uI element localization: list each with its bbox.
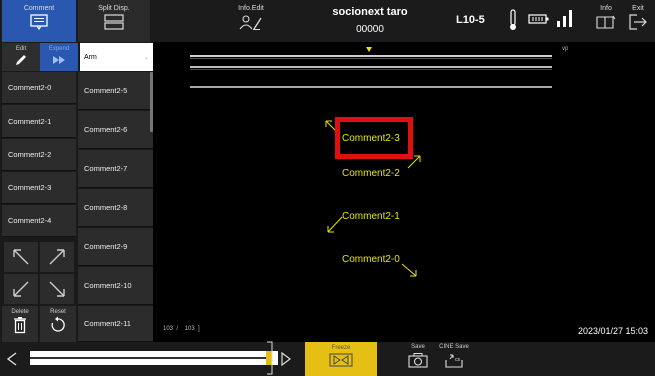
- selection-highlight: [335, 117, 413, 159]
- cine-save-label: CINE Save: [439, 344, 469, 350]
- frame-counter: 103 / 103 ]: [163, 326, 200, 332]
- cine-save-icon: cs: [445, 354, 463, 368]
- image-comment[interactable]: Comment2-1: [342, 211, 400, 222]
- play-forward-icon[interactable]: [280, 352, 292, 366]
- cine-save-button[interactable]: CINE Save cs: [436, 344, 472, 368]
- tissue-band: [190, 69, 552, 70]
- tissue-band: [190, 58, 552, 59]
- save-label: Save: [411, 344, 425, 350]
- camera-icon: [408, 353, 428, 368]
- comment-arrow-icon: [401, 263, 417, 277]
- svg-text:cs: cs: [455, 357, 461, 363]
- freeze-label: Freeze: [331, 345, 351, 351]
- freeze-button[interactable]: Freeze: [305, 342, 377, 376]
- focus-marker-icon: [366, 47, 372, 52]
- slider-track: [30, 357, 270, 359]
- tissue-band: [190, 86, 552, 88]
- save-button[interactable]: Save: [404, 344, 432, 368]
- tissue-band: [190, 66, 552, 68]
- ultrasound-image: [190, 47, 552, 277]
- comment-arrow-icon: [327, 216, 343, 233]
- vp-label: vp: [562, 46, 569, 52]
- tissue-band: [190, 55, 552, 57]
- bracket-icon: [267, 341, 273, 375]
- image-comment[interactable]: Comment2-2: [342, 168, 400, 179]
- ultrasound-screen: Comment Split Disp. Info.Edit socionext …: [0, 0, 655, 376]
- cine-slider[interactable]: [30, 351, 278, 365]
- play-back-icon[interactable]: [6, 352, 18, 366]
- freeze-icon: [329, 353, 353, 367]
- image-comment[interactable]: Comment2-0: [342, 254, 400, 265]
- datetime: 2023/01/27 15:03: [578, 326, 649, 336]
